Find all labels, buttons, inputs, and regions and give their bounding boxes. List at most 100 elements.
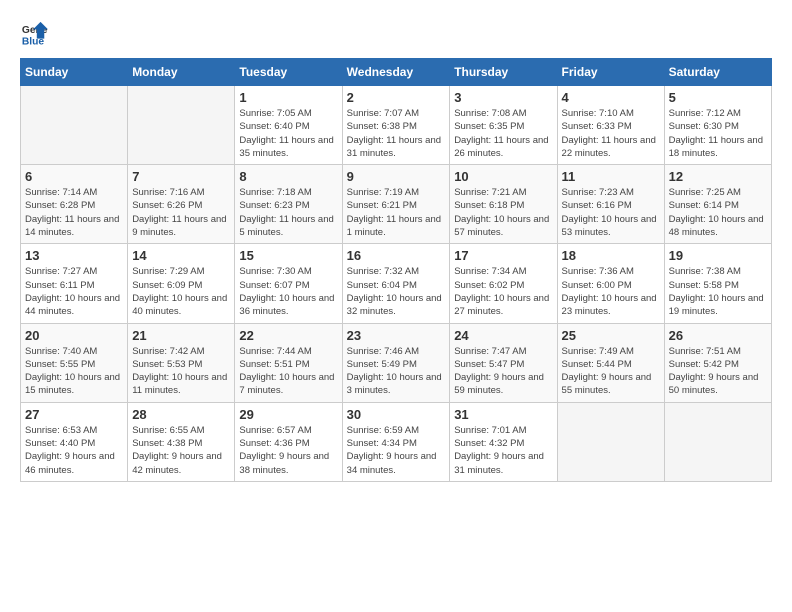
weekday-header-tuesday: Tuesday [235,59,342,86]
day-number: 17 [454,248,552,263]
day-number: 4 [562,90,660,105]
day-info: Sunrise: 7:25 AM Sunset: 6:14 PM Dayligh… [669,186,767,239]
day-number: 25 [562,328,660,343]
calendar-cell: 25 Sunrise: 7:49 AM Sunset: 5:44 PM Dayli… [557,323,664,402]
day-info: Sunrise: 7:07 AM Sunset: 6:38 PM Dayligh… [347,107,446,160]
day-number: 31 [454,407,552,422]
day-number: 12 [669,169,767,184]
calendar-table: SundayMondayTuesdayWednesdayThursdayFrid… [20,58,772,482]
calendar-cell: 22 Sunrise: 7:44 AM Sunset: 5:51 PM Dayli… [235,323,342,402]
day-info: Sunrise: 7:19 AM Sunset: 6:21 PM Dayligh… [347,186,446,239]
day-number: 27 [25,407,123,422]
calendar-cell: 12 Sunrise: 7:25 AM Sunset: 6:14 PM Dayli… [664,165,771,244]
day-info: Sunrise: 7:14 AM Sunset: 6:28 PM Dayligh… [25,186,123,239]
calendar-cell: 17Sunrise: 7:34 AM Sunset: 6:02 PM Dayli… [450,244,557,323]
day-info: Sunrise: 7:05 AM Sunset: 6:40 PM Dayligh… [239,107,337,160]
day-info: Sunrise: 7:12 AM Sunset: 6:30 PM Dayligh… [669,107,767,160]
calendar-week-row: 1Sunrise: 7:05 AM Sunset: 6:40 PM Daylig… [21,86,772,165]
day-info: Sunrise: 7:42 AM Sunset: 5:53 PM Dayligh… [132,345,230,398]
calendar-cell: 11 Sunrise: 7:23 AM Sunset: 6:16 PM Dayli… [557,165,664,244]
calendar-cell: 2 Sunrise: 7:07 AM Sunset: 6:38 PM Daylig… [342,86,450,165]
calendar-week-row: 6 Sunrise: 7:14 AM Sunset: 6:28 PM Daylig… [21,165,772,244]
day-info: Sunrise: 7:01 AM Sunset: 4:32 PM Dayligh… [454,424,552,477]
calendar-cell: 23 Sunrise: 7:46 AM Sunset: 5:49 PM Dayli… [342,323,450,402]
day-info: Sunrise: 7:38 AM Sunset: 5:58 PM Dayligh… [669,265,767,318]
day-info: Sunrise: 7:44 AM Sunset: 5:51 PM Dayligh… [239,345,337,398]
day-number: 30 [347,407,446,422]
weekday-header-friday: Friday [557,59,664,86]
day-info: Sunrise: 7:49 AM Sunset: 5:44 PM Dayligh… [562,345,660,398]
weekday-header-saturday: Saturday [664,59,771,86]
weekday-header-thursday: Thursday [450,59,557,86]
day-number: 24 [454,328,552,343]
day-info: Sunrise: 6:55 AM Sunset: 4:38 PM Dayligh… [132,424,230,477]
calendar-cell: 9 Sunrise: 7:19 AM Sunset: 6:21 PM Daylig… [342,165,450,244]
day-number: 20 [25,328,123,343]
day-info: Sunrise: 7:16 AM Sunset: 6:26 PM Dayligh… [132,186,230,239]
logo: General Blue [20,20,52,48]
calendar-cell: 13 Sunrise: 7:27 AM Sunset: 6:11 PM Dayli… [21,244,128,323]
day-number: 22 [239,328,337,343]
calendar-week-row: 13 Sunrise: 7:27 AM Sunset: 6:11 PM Dayli… [21,244,772,323]
calendar-cell: 4Sunrise: 7:10 AM Sunset: 6:33 PM Daylig… [557,86,664,165]
day-info: Sunrise: 7:18 AM Sunset: 6:23 PM Dayligh… [239,186,337,239]
day-info: Sunrise: 7:08 AM Sunset: 6:35 PM Dayligh… [454,107,552,160]
calendar-week-row: 27 Sunrise: 6:53 AM Sunset: 4:40 PM Dayli… [21,402,772,481]
calendar-cell: 7 Sunrise: 7:16 AM Sunset: 6:26 PM Daylig… [128,165,235,244]
weekday-header-sunday: Sunday [21,59,128,86]
day-number: 19 [669,248,767,263]
day-number: 21 [132,328,230,343]
day-info: Sunrise: 7:27 AM Sunset: 6:11 PM Dayligh… [25,265,123,318]
day-info: Sunrise: 7:30 AM Sunset: 6:07 PM Dayligh… [239,265,337,318]
day-info: Sunrise: 7:36 AM Sunset: 6:00 PM Dayligh… [562,265,660,318]
calendar-cell: 5 Sunrise: 7:12 AM Sunset: 6:30 PM Daylig… [664,86,771,165]
day-number: 6 [25,169,123,184]
calendar-cell: 18 Sunrise: 7:36 AM Sunset: 6:00 PM Dayli… [557,244,664,323]
calendar-cell: 16Sunrise: 7:32 AM Sunset: 6:04 PM Dayli… [342,244,450,323]
day-number: 9 [347,169,446,184]
day-number: 8 [239,169,337,184]
day-number: 28 [132,407,230,422]
day-number: 26 [669,328,767,343]
day-number: 29 [239,407,337,422]
day-number: 2 [347,90,446,105]
day-info: Sunrise: 6:53 AM Sunset: 4:40 PM Dayligh… [25,424,123,477]
day-info: Sunrise: 7:21 AM Sunset: 6:18 PM Dayligh… [454,186,552,239]
page-header: General Blue [20,20,772,48]
day-number: 23 [347,328,446,343]
day-info: Sunrise: 7:29 AM Sunset: 6:09 PM Dayligh… [132,265,230,318]
calendar-cell [664,402,771,481]
day-number: 3 [454,90,552,105]
weekday-header-wednesday: Wednesday [342,59,450,86]
day-number: 18 [562,248,660,263]
calendar-cell: 1Sunrise: 7:05 AM Sunset: 6:40 PM Daylig… [235,86,342,165]
calendar-week-row: 20Sunrise: 7:40 AM Sunset: 5:55 PM Dayli… [21,323,772,402]
calendar-cell: 6 Sunrise: 7:14 AM Sunset: 6:28 PM Daylig… [21,165,128,244]
calendar-body: 1Sunrise: 7:05 AM Sunset: 6:40 PM Daylig… [21,86,772,482]
calendar-cell: 30 Sunrise: 6:59 AM Sunset: 4:34 PM Dayli… [342,402,450,481]
day-number: 5 [669,90,767,105]
calendar-cell: 24 Sunrise: 7:47 AM Sunset: 5:47 PM Dayli… [450,323,557,402]
calendar-cell: 31 Sunrise: 7:01 AM Sunset: 4:32 PM Dayli… [450,402,557,481]
calendar-cell [128,86,235,165]
day-info: Sunrise: 7:51 AM Sunset: 5:42 PM Dayligh… [669,345,767,398]
day-info: Sunrise: 7:23 AM Sunset: 6:16 PM Dayligh… [562,186,660,239]
calendar-cell: 14Sunrise: 7:29 AM Sunset: 6:09 PM Dayli… [128,244,235,323]
day-info: Sunrise: 6:59 AM Sunset: 4:34 PM Dayligh… [347,424,446,477]
day-info: Sunrise: 7:47 AM Sunset: 5:47 PM Dayligh… [454,345,552,398]
calendar-cell: 26 Sunrise: 7:51 AM Sunset: 5:42 PM Dayli… [664,323,771,402]
calendar-cell: 20Sunrise: 7:40 AM Sunset: 5:55 PM Dayli… [21,323,128,402]
day-info: Sunrise: 7:46 AM Sunset: 5:49 PM Dayligh… [347,345,446,398]
calendar-cell: 15Sunrise: 7:30 AM Sunset: 6:07 PM Dayli… [235,244,342,323]
calendar-cell: 8 Sunrise: 7:18 AM Sunset: 6:23 PM Daylig… [235,165,342,244]
calendar-cell: 28 Sunrise: 6:55 AM Sunset: 4:38 PM Dayli… [128,402,235,481]
day-info: Sunrise: 6:57 AM Sunset: 4:36 PM Dayligh… [239,424,337,477]
calendar-cell: 10Sunrise: 7:21 AM Sunset: 6:18 PM Dayli… [450,165,557,244]
calendar-cell: 19 Sunrise: 7:38 AM Sunset: 5:58 PM Dayli… [664,244,771,323]
day-number: 16 [347,248,446,263]
day-number: 11 [562,169,660,184]
weekday-header-monday: Monday [128,59,235,86]
calendar-cell: 21 Sunrise: 7:42 AM Sunset: 5:53 PM Dayli… [128,323,235,402]
day-number: 13 [25,248,123,263]
day-number: 7 [132,169,230,184]
